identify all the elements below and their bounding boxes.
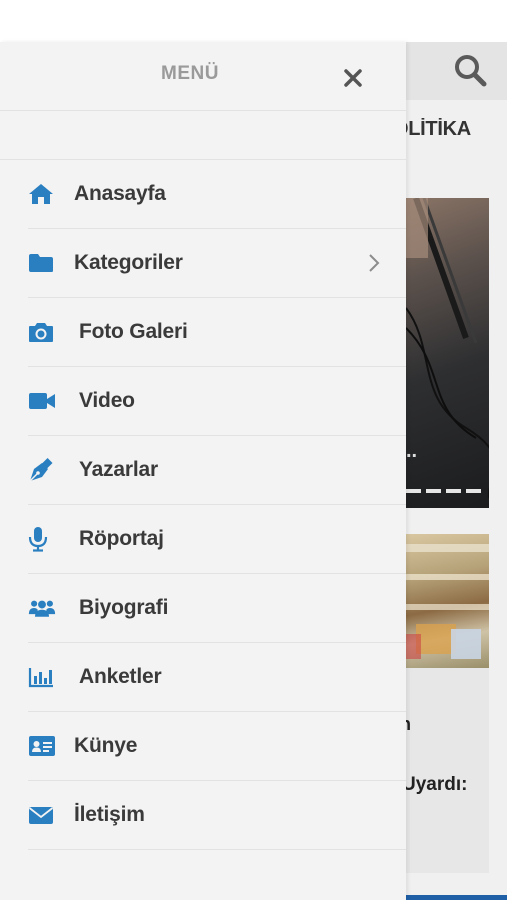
menu-item-iletisim[interactable]: İletişim <box>28 781 406 850</box>
menu-item-kategoriler[interactable]: Kategoriler <box>28 229 406 298</box>
microphone-icon <box>28 525 56 553</box>
article-card[interactable] <box>406 668 489 873</box>
chevron-right-icon <box>368 253 380 278</box>
menu-label: Künye <box>74 734 138 757</box>
camera-icon <box>28 318 56 346</box>
drawer-menu: Anasayfa Kategoriler Foto Galeri Video Y… <box>0 160 406 850</box>
video-camera-icon <box>28 387 56 415</box>
pen-icon <box>28 456 56 484</box>
drawer-title: MENÜ <box>161 63 219 84</box>
menu-item-biyografi[interactable]: Biyografi <box>28 574 406 643</box>
slider-indicator <box>406 489 486 493</box>
home-icon <box>28 180 56 208</box>
menu-item-yazarlar[interactable]: Yazarlar <box>28 436 406 505</box>
bar-chart-icon <box>28 663 56 691</box>
menu-label: Yazarlar <box>79 458 158 481</box>
envelope-icon <box>28 801 56 829</box>
menu-label: Kategoriler <box>74 251 183 274</box>
menu-item-roportaj[interactable]: Röportaj <box>28 505 406 574</box>
search-icon[interactable] <box>452 52 488 88</box>
folder-icon <box>28 249 56 277</box>
category-tab[interactable]: OLİTİKA <box>393 118 507 148</box>
bottom-accent-strip <box>406 895 507 900</box>
menu-item-video[interactable]: Video <box>28 367 406 436</box>
side-drawer: MENÜ Anasayfa Kategoriler Foto Galeri Vi… <box>0 42 406 900</box>
article-headline[interactable]: Uyardı: <box>402 774 467 796</box>
menu-item-kunye[interactable]: Künye <box>28 712 406 781</box>
menu-item-anasayfa[interactable]: Anasayfa <box>28 160 406 229</box>
users-icon <box>28 594 56 622</box>
id-card-icon <box>28 732 56 760</box>
menu-label: Anketler <box>79 665 162 688</box>
close-icon[interactable] <box>340 65 366 91</box>
menu-label: Foto Galeri <box>79 320 188 343</box>
menu-label: Video <box>79 389 135 412</box>
menu-label: Röportaj <box>79 527 164 550</box>
menu-label: İletişim <box>74 803 145 826</box>
menu-label: Biyografi <box>79 596 169 619</box>
menu-label: Anasayfa <box>74 182 166 205</box>
drawer-header: MENÜ <box>0 42 406 111</box>
image-caption-dots: .. <box>406 440 418 462</box>
menu-item-foto-galeri[interactable]: Foto Galeri <box>28 298 406 367</box>
article-thumbnail[interactable] <box>406 534 489 668</box>
drawer-spacer <box>0 111 406 160</box>
article-image[interactable] <box>406 198 489 508</box>
menu-item-anketler[interactable]: Anketler <box>28 643 406 712</box>
